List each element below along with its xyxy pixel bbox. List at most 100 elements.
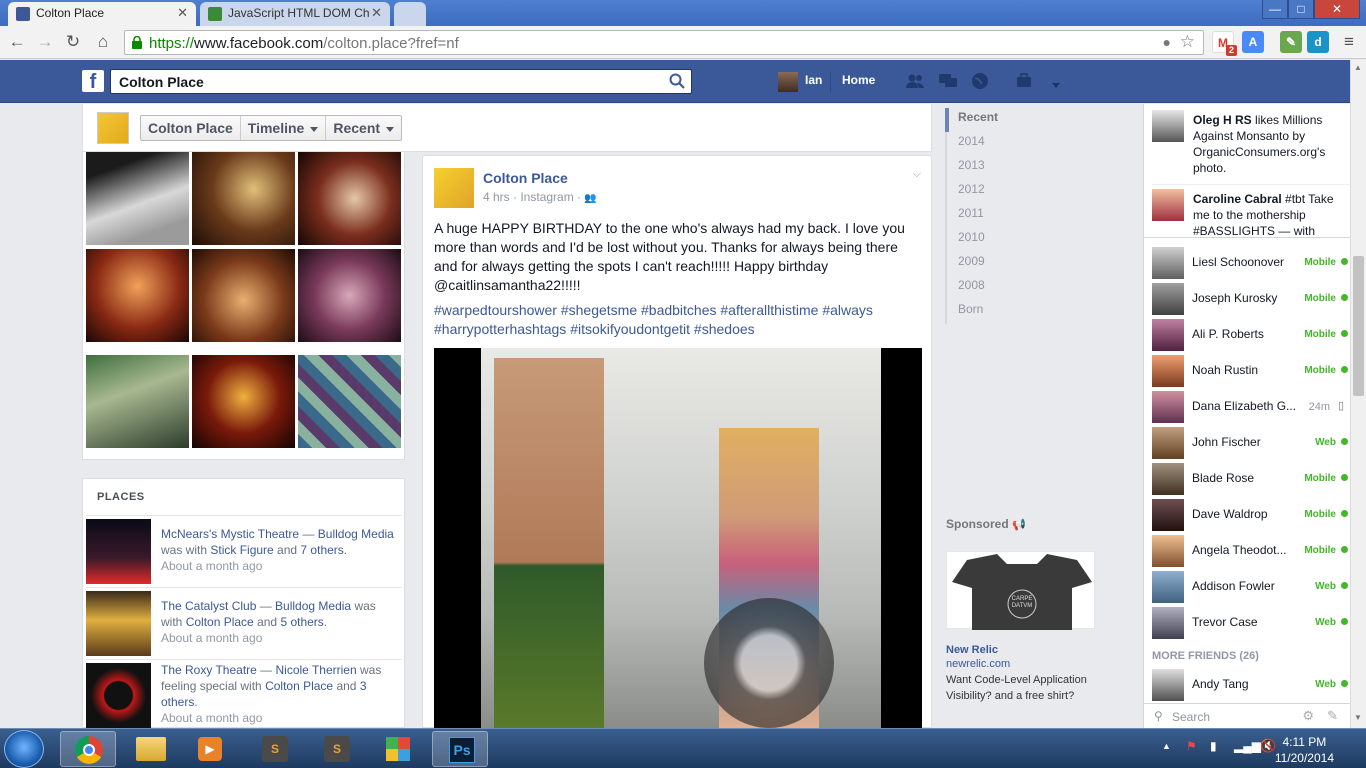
place-time[interactable]: About a month ago bbox=[161, 631, 262, 645]
person-link[interactable]: Stick Figure bbox=[210, 543, 273, 557]
windows-start-button[interactable] bbox=[4, 730, 44, 768]
place-thumbnail[interactable] bbox=[86, 519, 151, 584]
ad-site[interactable]: newrelic.com bbox=[946, 658, 1010, 670]
privacy-shortcuts-icon[interactable] bbox=[1015, 72, 1035, 90]
facebook-logo-icon[interactable]: f bbox=[82, 70, 104, 93]
chat-friend-row[interactable]: Blade Rose Mobile bbox=[1152, 460, 1348, 496]
year-2008[interactable]: 2008 bbox=[945, 276, 1055, 300]
ad-image[interactable]: CARPE DATVM bbox=[946, 551, 1095, 630]
year-born[interactable]: Born bbox=[945, 300, 1055, 324]
timeline-dropdown[interactable]: Timeline bbox=[241, 116, 327, 140]
chat-search-bar[interactable]: ⚲ Search ⚙ ✎ bbox=[1144, 703, 1350, 728]
forward-arrow-icon[interactable]: → bbox=[34, 31, 56, 53]
place-link[interactable]: The Catalyst Club bbox=[161, 599, 256, 613]
chat-friend-row[interactable]: Ali P. Roberts Mobile bbox=[1152, 316, 1348, 352]
place-time[interactable]: About a month ago bbox=[161, 711, 262, 725]
close-tab-icon[interactable]: ✕ bbox=[371, 5, 382, 21]
chat-friend-row[interactable]: Dave Waldrop Mobile bbox=[1152, 496, 1348, 532]
page-link[interactable]: Bulldog Media bbox=[318, 527, 394, 541]
person-link[interactable]: Colton Place bbox=[265, 679, 333, 693]
chat-friend-row[interactable]: Liesl Schoonover Mobile bbox=[1152, 244, 1348, 280]
network-signal-icon[interactable]: ▂▄▆ bbox=[1234, 739, 1261, 753]
chat-friend-row[interactable]: Dana Elizabeth G... 24m ▯ bbox=[1152, 388, 1348, 424]
action-center-flag-icon[interactable]: ⚑ bbox=[1186, 739, 1197, 753]
ad-title[interactable]: New Relic bbox=[946, 644, 998, 656]
year-2010[interactable]: 2010 bbox=[945, 228, 1055, 252]
profile-avatar[interactable] bbox=[97, 112, 129, 144]
user-name-link[interactable]: Ian bbox=[805, 73, 822, 87]
chat-friend-row[interactable]: Andy Tang Web bbox=[1152, 666, 1348, 702]
show-hidden-icons-icon[interactable]: ▲ bbox=[1162, 741, 1171, 751]
place-time[interactable]: About a month ago bbox=[161, 559, 262, 573]
post-options-chevron-icon[interactable]: ⌵ bbox=[913, 168, 921, 181]
chat-friend-row[interactable]: Addison Fowler Web bbox=[1152, 568, 1348, 604]
year-2014[interactable]: 2014 bbox=[945, 132, 1055, 156]
post-photo[interactable] bbox=[434, 348, 922, 729]
photo-thumbnail[interactable] bbox=[298, 249, 401, 342]
photo-thumbnail[interactable] bbox=[192, 355, 295, 448]
lightbulb-icon[interactable]: ● bbox=[1163, 34, 1171, 50]
photo-thumbnail[interactable] bbox=[192, 152, 295, 245]
photo-thumbnail[interactable] bbox=[86, 249, 189, 342]
chat-friend-row[interactable]: Angela Theodot... Mobile bbox=[1152, 532, 1348, 568]
eyedropper-extension-icon[interactable]: ✎ bbox=[1280, 31, 1302, 53]
person-link[interactable]: Colton Place bbox=[186, 615, 254, 629]
close-tab-icon[interactable]: ✕ bbox=[177, 5, 188, 21]
chat-friend-row[interactable]: Trevor Case Web bbox=[1152, 604, 1348, 640]
page-link[interactable]: Nicole Therrien bbox=[276, 663, 357, 677]
year-2009[interactable]: 2009 bbox=[945, 252, 1055, 276]
year-recent[interactable]: Recent bbox=[945, 108, 1055, 132]
chrome-menu-icon[interactable]: ≡ bbox=[1338, 31, 1360, 53]
scroll-down-arrow-icon[interactable]: ▼ bbox=[1354, 713, 1362, 722]
taskbar-chrome[interactable] bbox=[60, 731, 116, 767]
place-link[interactable]: McNears's Mystic Theatre bbox=[161, 527, 299, 541]
system-clock[interactable]: 4:11 PM 11/20/2014 bbox=[1275, 734, 1334, 766]
page-scrollbar[interactable]: ▲ ▼ bbox=[1350, 60, 1366, 728]
account-settings-caret-icon[interactable] bbox=[1046, 78, 1060, 92]
page-link[interactable]: Bulldog Media bbox=[275, 599, 351, 613]
others-link[interactable]: 7 others bbox=[300, 543, 343, 557]
friend-requests-icon[interactable] bbox=[905, 72, 925, 90]
place-thumbnail[interactable] bbox=[86, 591, 151, 656]
post-author-avatar[interactable] bbox=[434, 168, 474, 208]
photo-thumbnail[interactable] bbox=[86, 355, 189, 448]
d-extension-icon[interactable]: d bbox=[1307, 31, 1329, 53]
photo-thumbnail[interactable] bbox=[298, 152, 401, 245]
translate-extension-icon[interactable]: A bbox=[1242, 31, 1264, 53]
photo-thumbnail[interactable] bbox=[86, 152, 189, 245]
user-avatar[interactable] bbox=[778, 72, 798, 92]
taskbar-media-player[interactable]: ▶ bbox=[182, 731, 238, 767]
ticker-story[interactable]: Caroline Cabral #tbt Take me to the moth… bbox=[1152, 184, 1352, 236]
photo-thumbnail[interactable] bbox=[298, 355, 401, 448]
chat-friend-row[interactable]: John Fischer Web bbox=[1152, 424, 1348, 460]
tab-colton-place[interactable]: Colton Place ✕ bbox=[8, 2, 196, 26]
post-author-link[interactable]: Colton Place bbox=[483, 170, 568, 186]
compose-icon[interactable]: ✎ bbox=[1327, 708, 1338, 724]
profile-name-button[interactable]: Colton Place bbox=[141, 116, 241, 140]
facebook-search-input[interactable] bbox=[119, 71, 659, 93]
taskbar-explorer[interactable] bbox=[122, 731, 178, 767]
scroll-up-arrow-icon[interactable]: ▲ bbox=[1354, 63, 1362, 72]
home-link[interactable]: Home bbox=[842, 73, 875, 87]
close-window-button[interactable]: ✕ bbox=[1314, 0, 1360, 19]
year-2012[interactable]: 2012 bbox=[945, 180, 1055, 204]
audience-friends-icon[interactable]: 👥 bbox=[584, 193, 596, 204]
new-tab-button[interactable] bbox=[394, 2, 426, 26]
post-hashtags[interactable]: #warpedtourshower #shegetsme #badbitches… bbox=[434, 301, 924, 339]
bookmark-star-icon[interactable]: ☆ bbox=[1180, 32, 1195, 52]
search-icon[interactable] bbox=[669, 73, 685, 89]
maximize-button[interactable]: □ bbox=[1288, 0, 1314, 19]
photo-thumbnail[interactable] bbox=[192, 249, 295, 342]
chat-friend-row[interactable]: Joseph Kurosky Mobile bbox=[1152, 280, 1348, 316]
address-bar[interactable]: https://www.facebook.com/colton.place?fr… bbox=[124, 30, 1204, 55]
gear-icon[interactable]: ⚙ bbox=[1302, 708, 1314, 724]
tab-javascript-dom[interactable]: JavaScript HTML DOM Ch ✕ bbox=[200, 2, 390, 26]
reload-icon[interactable]: ↻ bbox=[62, 31, 84, 53]
facebook-search-box[interactable] bbox=[110, 69, 692, 94]
others-link[interactable]: 5 others bbox=[280, 615, 323, 629]
scrollbar-thumb[interactable] bbox=[1353, 256, 1364, 396]
minimize-button[interactable]: — bbox=[1262, 0, 1288, 19]
volume-muted-icon[interactable]: 🔇 bbox=[1260, 738, 1276, 754]
taskbar-photoshop[interactable]: Ps bbox=[432, 731, 488, 767]
notifications-globe-icon[interactable] bbox=[970, 72, 990, 90]
